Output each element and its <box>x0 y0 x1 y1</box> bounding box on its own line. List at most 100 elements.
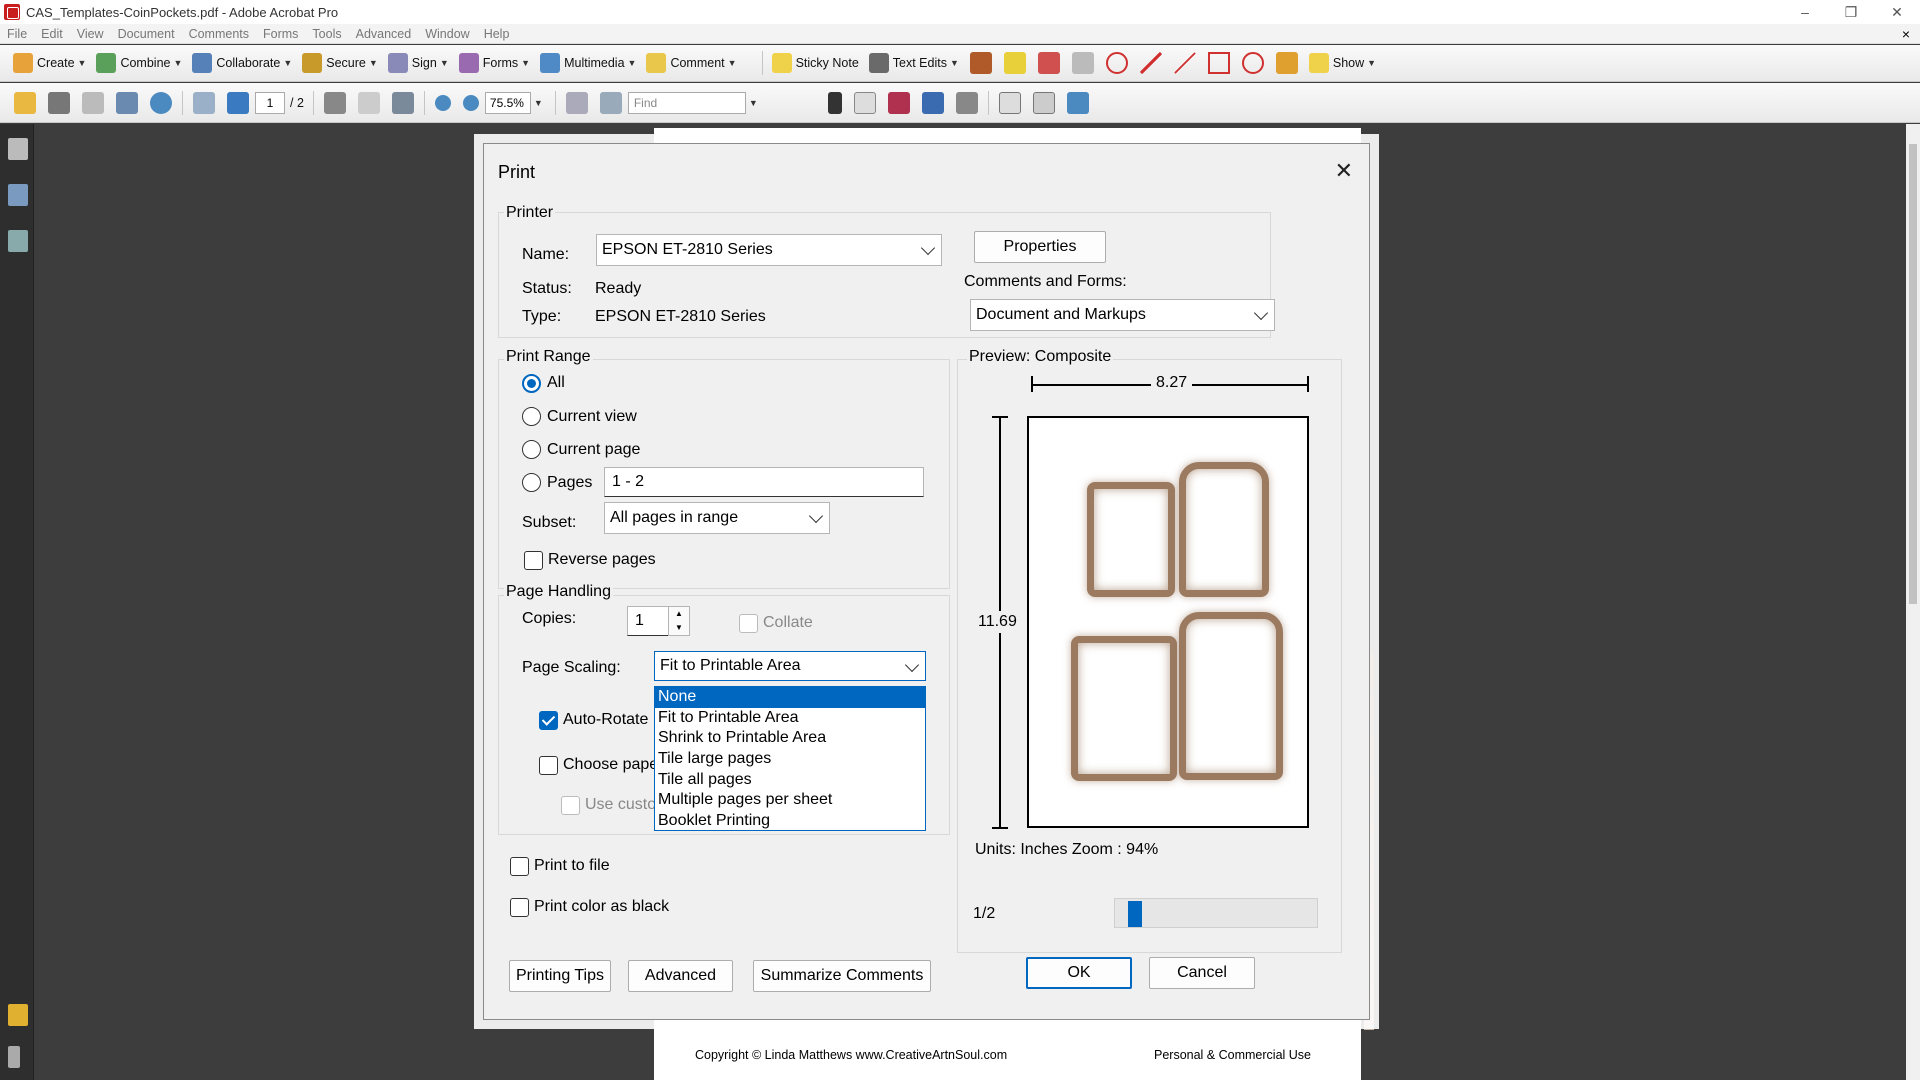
current-view-radio[interactable] <box>522 407 541 426</box>
pages-range-input[interactable]: 1 - 2 <box>604 467 924 497</box>
menu-view[interactable]: View <box>70 27 111 41</box>
menu-tools[interactable]: Tools <box>305 27 348 41</box>
multimedia-button[interactable]: Multimedia ▼ <box>535 50 641 76</box>
slider-thumb[interactable] <box>1128 901 1142 927</box>
pages-icon[interactable] <box>8 138 28 160</box>
magnet-icon[interactable] <box>887 91 910 114</box>
printing-tips-button[interactable]: Printing Tips <box>509 960 611 992</box>
page-number-input[interactable]: 1 <box>255 91 285 114</box>
scaling-option-multiple[interactable]: Multiple pages per sheet <box>655 790 925 811</box>
text-edits-button[interactable]: Text Edits ▼ <box>864 50 964 76</box>
current-page-radio[interactable] <box>522 440 541 459</box>
fit-width-icon[interactable] <box>599 91 622 114</box>
summarize-comments-button[interactable]: Summarize Comments <box>753 960 931 992</box>
printer-name-select[interactable]: EPSON ET-2810 Series <box>596 234 942 266</box>
warning-icon[interactable] <box>1003 52 1026 74</box>
scaling-option-tile-large[interactable]: Tile large pages <box>655 749 925 770</box>
cancel-button[interactable]: Cancel <box>1149 957 1255 989</box>
sign-button[interactable]: Sign ▼ <box>383 50 454 76</box>
subset-select[interactable]: All pages in range <box>604 502 830 534</box>
oval-icon[interactable] <box>1241 52 1264 74</box>
scrollbar-thumb[interactable] <box>1909 144 1917 604</box>
collaborate-button[interactable]: Collaborate ▼ <box>187 50 297 76</box>
zoom-out-icon[interactable] <box>434 94 451 111</box>
advanced-button[interactable]: Advanced <box>628 960 733 992</box>
pages-radio[interactable] <box>522 473 541 492</box>
scaling-option-tile-all[interactable]: Tile all pages <box>655 770 925 791</box>
pencil-icon[interactable] <box>1275 52 1298 74</box>
stepper-down-icon[interactable]: ▼ <box>675 623 683 632</box>
list-box-icon[interactable] <box>1032 91 1055 114</box>
text-field-icon[interactable] <box>998 91 1021 114</box>
use-custom-checkbox[interactable] <box>561 796 580 815</box>
collate-checkbox[interactable] <box>739 614 758 633</box>
auto-rotate-checkbox[interactable] <box>539 711 558 730</box>
attach-icon[interactable] <box>955 91 978 114</box>
paperclip-icon[interactable] <box>8 1046 20 1068</box>
choose-paper-checkbox[interactable] <box>539 756 558 775</box>
menu-file[interactable]: File <box>0 27 34 41</box>
show-button[interactable]: Show ▼ <box>1304 50 1381 76</box>
preview-page-slider[interactable] <box>1114 898 1318 928</box>
menu-window[interactable]: Window <box>418 27 476 41</box>
scaling-option-fit[interactable]: Fit to Printable Area <box>655 708 925 729</box>
sticky-note-button[interactable]: Sticky Note <box>767 50 864 76</box>
print-color-black-checkbox[interactable] <box>510 898 529 917</box>
save-icon[interactable] <box>82 91 104 114</box>
find-dropdown-icon[interactable]: ▼ <box>749 98 758 108</box>
edit-form-icon[interactable] <box>1066 91 1089 114</box>
secure-button[interactable]: Secure ▼ <box>297 50 383 76</box>
zoom-tool-icon[interactable] <box>391 91 414 114</box>
zoom-dropdown-icon[interactable]: ▼ <box>534 98 543 108</box>
reverse-pages-checkbox[interactable] <box>524 551 543 570</box>
select-text-icon[interactable] <box>323 91 346 114</box>
close-document-button[interactable]: × <box>1902 26 1910 42</box>
zoom-level-input[interactable]: 75.5% <box>484 91 531 114</box>
fit-page-icon[interactable] <box>565 91 588 114</box>
copies-input[interactable]: 1 <box>627 606 669 636</box>
signatures-icon[interactable] <box>8 230 28 252</box>
menu-edit[interactable]: Edit <box>34 27 70 41</box>
restore-button[interactable]: ❐ <box>1828 0 1874 24</box>
comment-button[interactable]: Comment ▼ <box>641 50 741 76</box>
scaling-option-none[interactable]: None <box>655 687 925 708</box>
arrow-icon[interactable] <box>1139 52 1162 74</box>
combine-button[interactable]: Combine ▼ <box>91 50 187 76</box>
minimize-button[interactable]: – <box>1782 0 1828 24</box>
form-button-icon[interactable] <box>853 91 876 114</box>
comments-forms-select[interactable]: Document and Markups <box>970 299 1275 331</box>
copies-stepper[interactable]: ▲ ▼ <box>668 606 690 636</box>
bookmarks-icon[interactable] <box>8 184 28 206</box>
forms-button[interactable]: Forms ▼ <box>454 50 535 76</box>
menu-forms[interactable]: Forms <box>256 27 305 41</box>
open-folder-icon[interactable] <box>14 91 36 114</box>
menu-help[interactable]: Help <box>477 27 517 41</box>
previous-page-icon[interactable] <box>193 91 215 114</box>
stamp-icon[interactable] <box>969 52 992 74</box>
menu-document[interactable]: Document <box>111 27 182 41</box>
zoom-in-icon[interactable] <box>462 94 479 111</box>
web-icon[interactable] <box>150 91 172 114</box>
crop-icon[interactable] <box>921 91 944 114</box>
hand-icon[interactable] <box>357 91 380 114</box>
find-input[interactable]: Find <box>627 91 746 114</box>
create-button[interactable]: Create ▼ <box>8 50 91 76</box>
ok-button[interactable]: OK <box>1026 957 1132 989</box>
stepper-up-icon[interactable]: ▲ <box>675 609 683 618</box>
vertical-scrollbar[interactable] <box>1906 124 1920 1080</box>
email-icon[interactable] <box>116 91 138 114</box>
print-to-file-checkbox[interactable] <box>510 857 529 876</box>
highlight-icon[interactable] <box>1037 52 1060 74</box>
select-arrow-icon[interactable] <box>827 91 842 114</box>
page-scaling-select[interactable]: Fit to Printable Area <box>654 651 926 681</box>
menu-advanced[interactable]: Advanced <box>349 27 419 41</box>
scaling-option-shrink[interactable]: Shrink to Printable Area <box>655 728 925 749</box>
line-icon[interactable] <box>1173 52 1196 74</box>
print-all-radio[interactable] <box>522 374 541 393</box>
close-window-button[interactable]: ✕ <box>1874 0 1920 24</box>
comments-panel-icon[interactable] <box>8 1004 28 1026</box>
text-box-icon[interactable] <box>1071 52 1094 74</box>
next-page-icon[interactable] <box>227 91 249 114</box>
scaling-option-booklet[interactable]: Booklet Printing <box>655 811 925 832</box>
menu-comments[interactable]: Comments <box>182 27 256 41</box>
